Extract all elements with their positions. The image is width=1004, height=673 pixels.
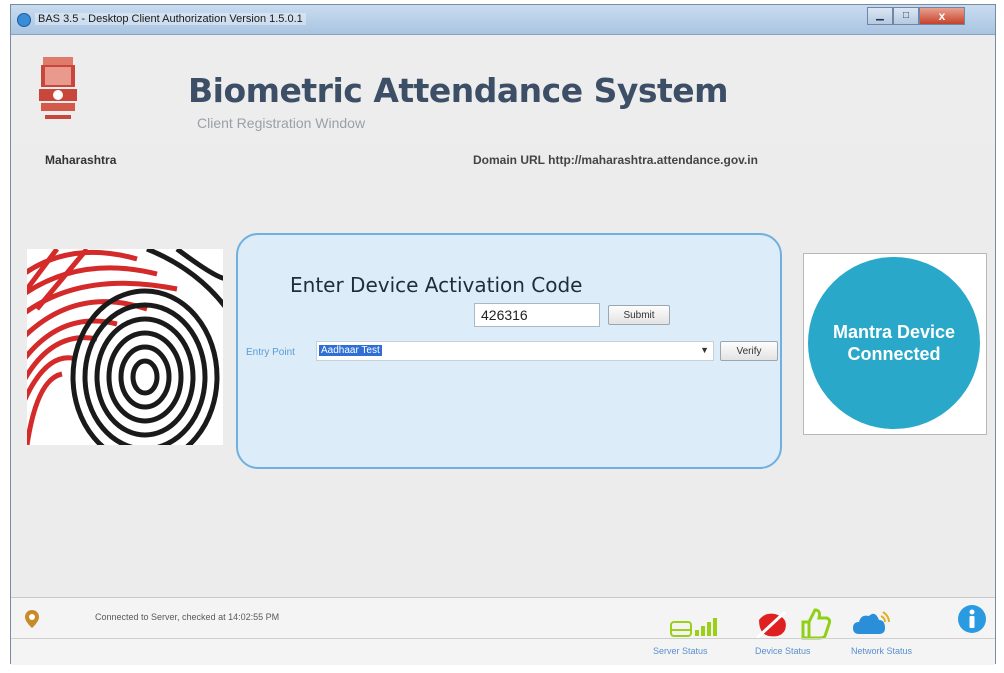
- device-status-line2: Connected: [847, 344, 941, 364]
- window-title: BAS 3.5 - Desktop Client Authorization V…: [35, 13, 306, 25]
- info-icon[interactable]: [957, 604, 987, 634]
- device-status-line1: Mantra Device: [832, 322, 956, 342]
- maximize-icon: □: [902, 10, 910, 21]
- fingerprint-image: [27, 249, 223, 445]
- server-status-caption: Server Status: [653, 646, 708, 656]
- domain-url-label: Domain URL http://maharashtra.attendance…: [473, 153, 758, 167]
- app-title: Biometric Attendance System: [188, 71, 729, 110]
- network-status-caption: Network Status: [851, 646, 913, 656]
- cloud-wifi-icon[interactable]: [853, 608, 893, 638]
- device-status-caption: Device Status: [755, 646, 811, 656]
- location-pin-icon: [25, 610, 39, 628]
- header: Biometric Attendance System Client Regis…: [11, 35, 995, 145]
- connection-status-text: Connected to Server, checked at 14:02:55…: [95, 612, 280, 622]
- submit-button[interactable]: Submit: [608, 305, 670, 325]
- device-status-panel: Mantra Device Connected: [803, 253, 987, 435]
- title-bar[interactable]: BAS 3.5 - Desktop Client Authorization V…: [11, 5, 995, 35]
- activation-panel: Enter Device Activation Code Submit Entr…: [236, 233, 782, 469]
- close-button[interactable]: x: [919, 7, 965, 25]
- app-subtitle: Client Registration Window: [197, 115, 366, 131]
- entry-point-label: Entry Point: [246, 347, 295, 358]
- app-window: BAS 3.5 - Desktop Client Authorization V…: [10, 4, 996, 665]
- window-controls: ▁ □ x: [867, 7, 987, 25]
- device-status-icon[interactable]: [755, 610, 791, 640]
- entry-point-value: Aadhaar Test: [319, 345, 382, 356]
- minimize-button[interactable]: ▁: [867, 7, 893, 25]
- activation-code-input[interactable]: [474, 303, 600, 327]
- chevron-down-icon[interactable]: ▼: [700, 345, 709, 355]
- app-icon: [17, 13, 31, 27]
- activation-heading: Enter Device Activation Code: [290, 273, 583, 297]
- emblem-icon: [39, 57, 77, 119]
- state-label: Maharashtra: [45, 153, 117, 167]
- thumbs-up-icon[interactable]: [799, 606, 831, 640]
- verify-button[interactable]: Verify: [720, 341, 778, 361]
- entry-point-select[interactable]: Aadhaar Test ▼: [316, 341, 714, 361]
- minimize-icon: ▁: [876, 10, 884, 21]
- status-bar: Connected to Server, checked at 14:02:55…: [11, 597, 995, 665]
- maximize-button[interactable]: □: [893, 7, 919, 25]
- server-signal-icon[interactable]: [669, 614, 717, 640]
- status-divider: [11, 638, 995, 639]
- device-connected-badge: Mantra Device Connected: [808, 257, 980, 429]
